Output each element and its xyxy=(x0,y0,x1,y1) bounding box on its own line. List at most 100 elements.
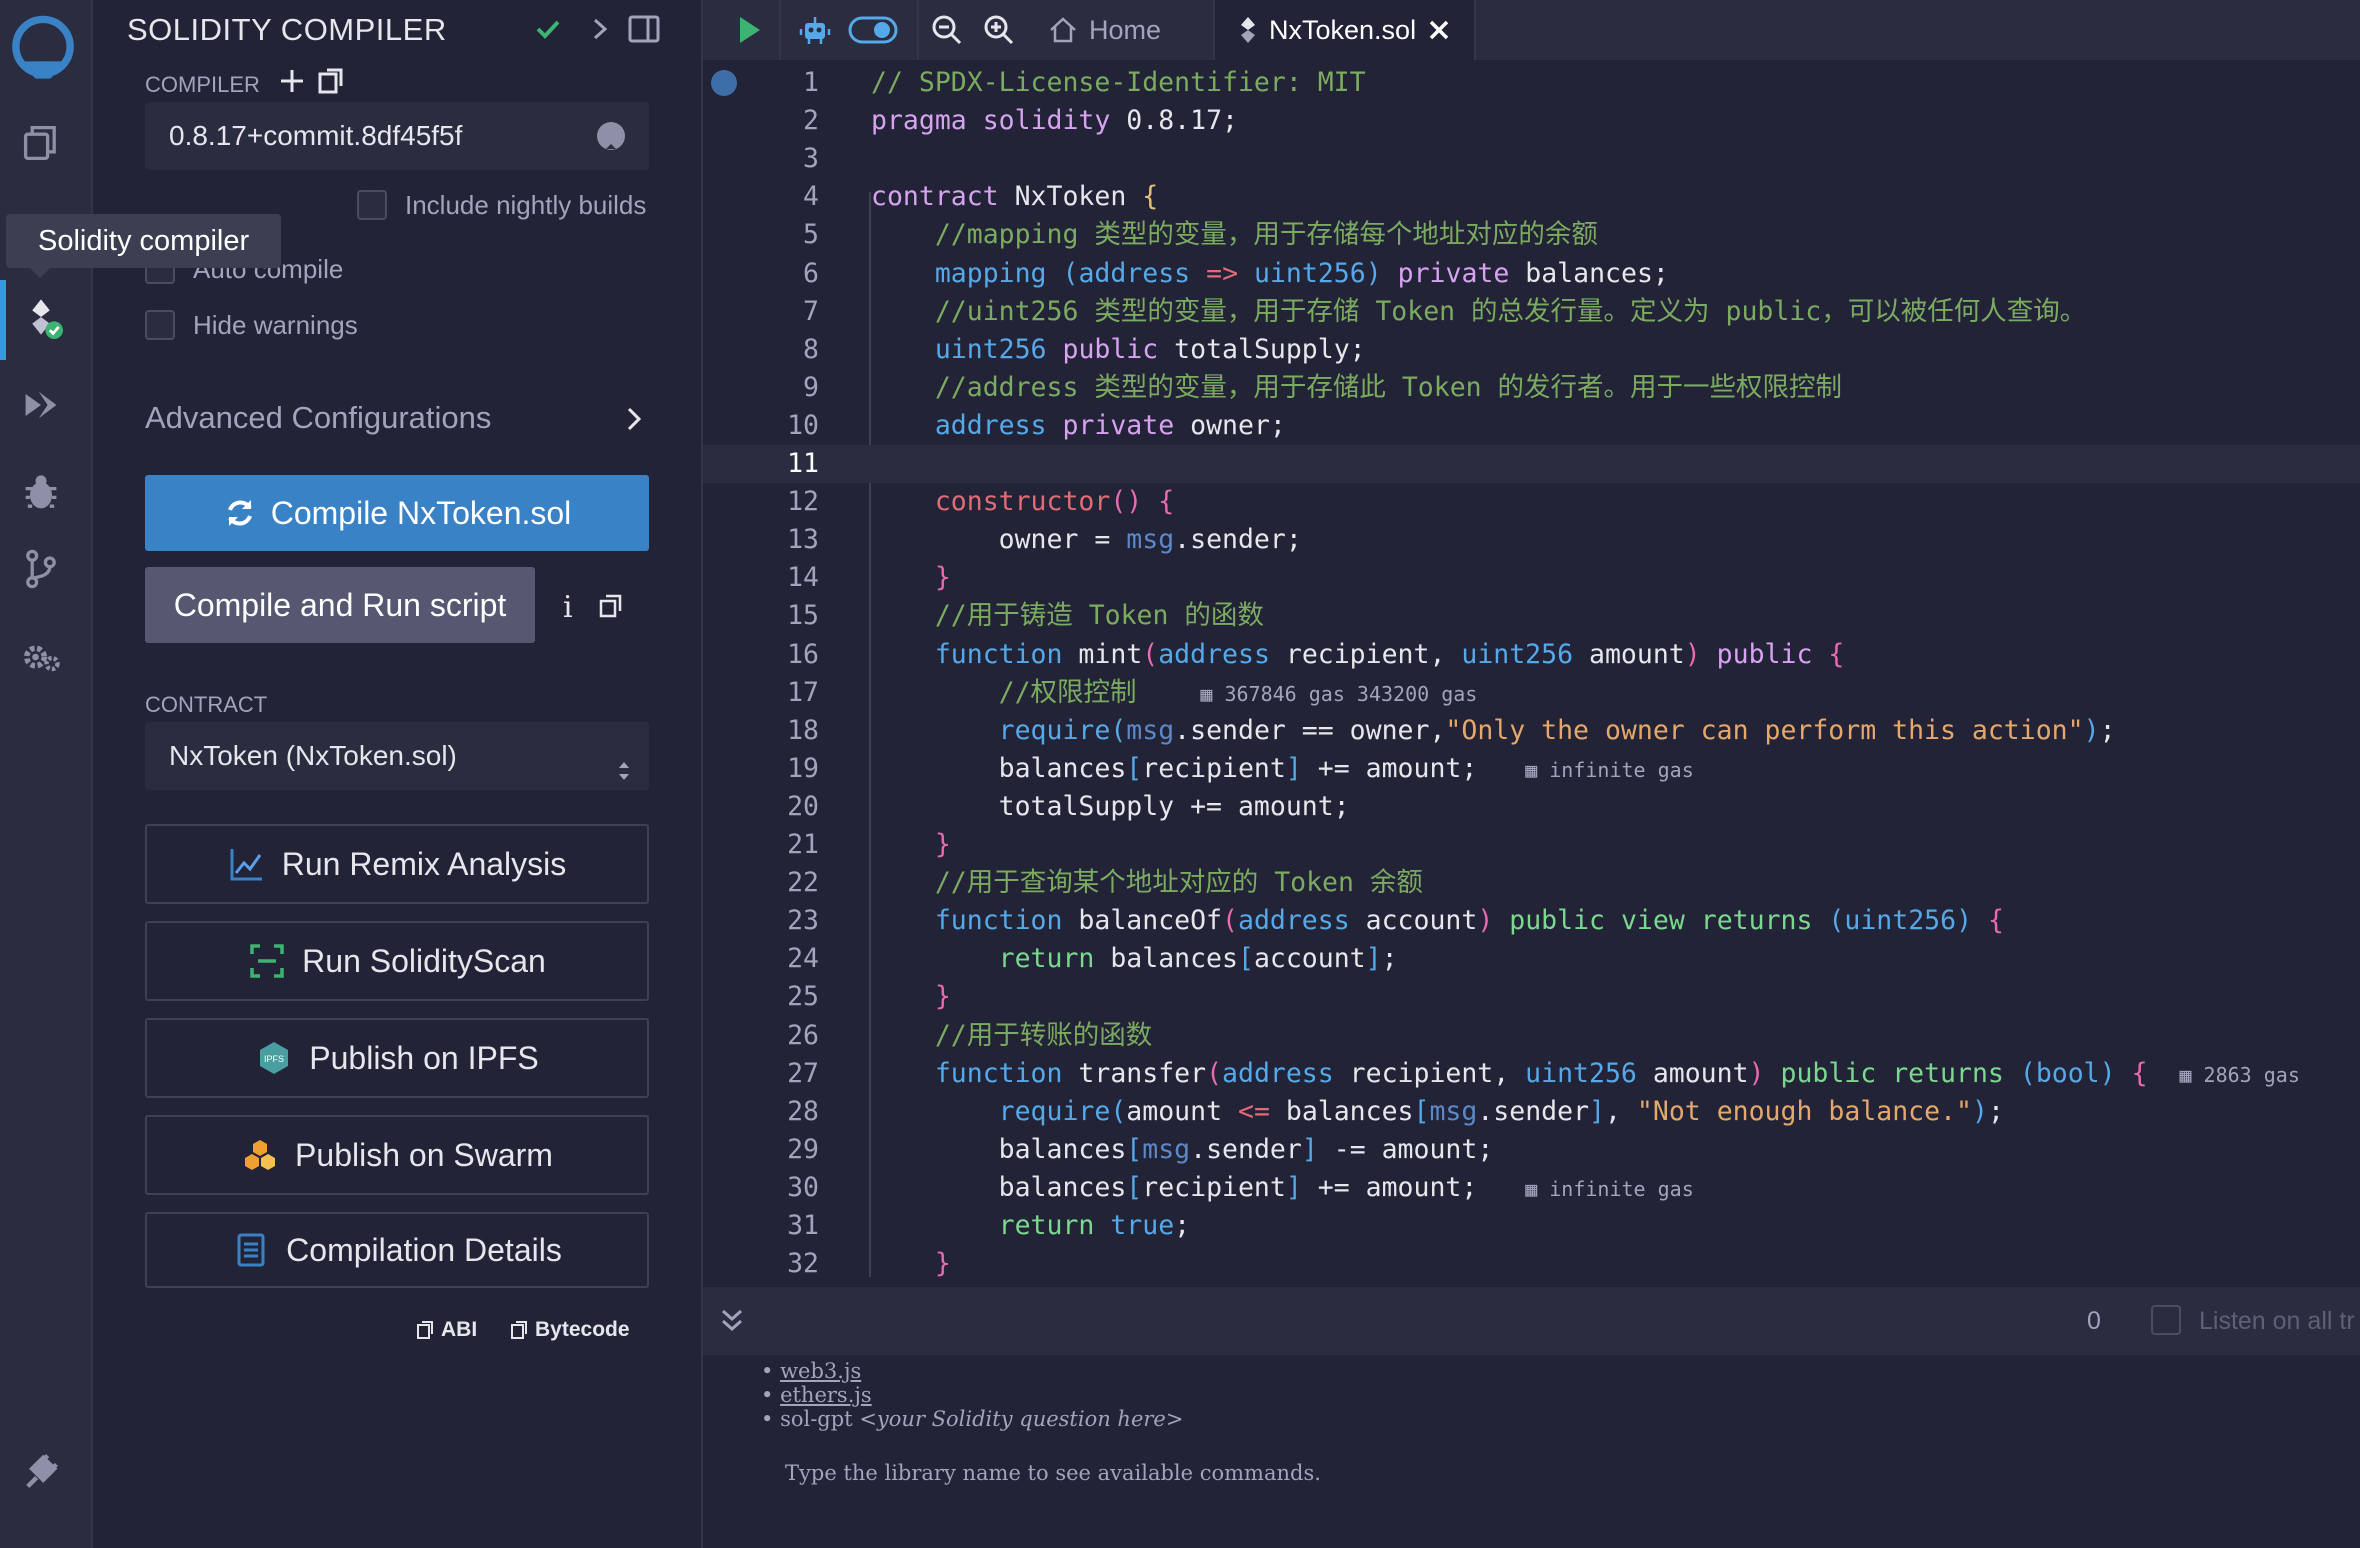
code-line[interactable]: 17 //权限控制 ▦ 367846 gas 343200 gas xyxy=(703,674,2360,712)
contract-select[interactable]: NxToken (NxToken.sol) xyxy=(145,722,649,790)
hide-warnings-checkbox[interactable] xyxy=(145,310,175,340)
code-line[interactable]: 10 address private owner; xyxy=(703,407,2360,445)
advanced-configurations-toggle[interactable]: Advanced Configurations xyxy=(145,400,649,440)
compile-button[interactable]: Compile NxToken.sol xyxy=(145,475,649,551)
run-solidityscan-button[interactable]: Run SolidityScan xyxy=(145,921,649,1001)
code-line[interactable]: 16 function mint(address recipient, uint… xyxy=(703,636,2360,674)
code-line[interactable]: 8 uint256 public totalSupply; xyxy=(703,331,2360,369)
info-icon[interactable]: i xyxy=(563,590,573,625)
code-line[interactable]: 23 function balanceOf(address account) p… xyxy=(703,902,2360,940)
code-line[interactable]: 11 xyxy=(703,445,2360,483)
tab-home[interactable]: Home xyxy=(1025,0,1183,60)
close-icon[interactable] xyxy=(1426,17,1452,43)
code-line[interactable]: 6 mapping (address => uint256) private b… xyxy=(703,255,2360,293)
line-number: 3 xyxy=(803,143,819,175)
code-line[interactable]: 13 owner = msg.sender; xyxy=(703,521,2360,559)
code-line[interactable]: 22 //用于查询某个地址对应的 Token 余额 xyxy=(703,864,2360,902)
code-line[interactable]: 12 constructor() { xyxy=(703,483,2360,521)
code-line[interactable]: 1 // SPDX-License-Identifier: MIT xyxy=(703,64,2360,102)
code-line[interactable]: 27 function transfer(address recipient, … xyxy=(703,1055,2360,1093)
code-line[interactable]: 15 //用于铸造 Token 的函数 xyxy=(703,597,2360,635)
code-line[interactable]: 28 require(amount <= balances[msg.sender… xyxy=(703,1093,2360,1131)
code-line[interactable]: 7 //uint256 类型的变量，用于存储 Token 的总发行量。定义为 p… xyxy=(703,293,2360,331)
code-line[interactable]: 5 //mapping 类型的变量，用于存储每个地址对应的余额 xyxy=(703,216,2360,254)
remix-logo-icon[interactable] xyxy=(4,10,82,88)
code-line[interactable]: 19 balances[recipient] += amount; ▦ infi… xyxy=(703,750,2360,788)
code-text: //用于铸造 Token 的函数 xyxy=(934,600,1264,632)
zoom-out-icon[interactable] xyxy=(925,8,969,52)
compiler-version-select[interactable]: 0.8.17+commit.8df45f5f xyxy=(145,102,649,170)
run-remix-analysis-button[interactable]: Run Remix Analysis xyxy=(145,824,649,904)
publish-swarm-button[interactable]: Publish on Swarm xyxy=(145,1115,649,1195)
add-compiler-icon[interactable] xyxy=(277,66,307,101)
deploy-run-icon[interactable] xyxy=(14,378,68,432)
terminal-output[interactable]: • web3.js • ethers.js • sol-gpt <your So… xyxy=(703,1355,2360,1548)
code-line[interactable]: 21 } xyxy=(703,826,2360,864)
active-indicator xyxy=(0,280,6,360)
panel-title: SOLIDITY COMPILER xyxy=(127,12,447,47)
contract-value: NxToken (NxToken.sol) xyxy=(169,740,457,771)
ai-toggle-switch[interactable] xyxy=(843,8,903,52)
panel-toggle-icon[interactable] xyxy=(627,12,661,51)
line-number: 28 xyxy=(787,1095,819,1127)
debugger-bug-icon[interactable] xyxy=(14,466,68,520)
line-number: 23 xyxy=(787,905,819,937)
plugin-manager-icon[interactable] xyxy=(14,1444,68,1498)
publish-ipfs-button[interactable]: IPFS Publish on IPFS xyxy=(145,1018,649,1098)
compilation-details-button[interactable]: Compilation Details xyxy=(145,1212,649,1288)
code-line[interactable]: 9 //address 类型的变量，用于存储此 Token 的发行者。用于一些权… xyxy=(703,369,2360,407)
code-line[interactable]: 20 totalSupply += amount; xyxy=(703,788,2360,826)
code-text: uint256 public totalSupply; xyxy=(934,333,1366,365)
file-explorer-icon[interactable] xyxy=(14,116,68,170)
terminal-item-web3[interactable]: • web3.js xyxy=(761,1359,861,1383)
chevron-right-icon[interactable] xyxy=(585,14,615,49)
code-line[interactable]: 25 } xyxy=(703,978,2360,1016)
line-number: 13 xyxy=(787,524,819,556)
copy-icon[interactable] xyxy=(597,592,625,625)
line-number: 30 xyxy=(787,1171,819,1203)
tab-nxtoken-sol[interactable]: NxToken.sol xyxy=(1213,0,1477,60)
gas-estimate: ▦ infinite gas xyxy=(1525,757,1694,782)
code-line[interactable]: 30 balances[recipient] += amount; ▦ infi… xyxy=(703,1169,2360,1207)
code-line[interactable]: 26 //用于转账的函数 xyxy=(703,1017,2360,1055)
compiler-label: COMPILER xyxy=(145,72,260,97)
include-nightly-checkbox[interactable] xyxy=(357,190,387,220)
collapse-terminal-icon[interactable] xyxy=(717,1305,747,1340)
run-script-play-icon[interactable] xyxy=(727,8,771,52)
code-line[interactable]: 24 return balances[account]; xyxy=(703,940,2360,978)
code-text: //用于转账的函数 xyxy=(934,1019,1153,1051)
copy-icon xyxy=(417,1321,433,1339)
settings-gears-icon[interactable] xyxy=(14,630,68,684)
line-number: 27 xyxy=(787,1057,819,1089)
tab-home-label: Home xyxy=(1089,14,1162,45)
code-line[interactable]: 4 contract NxToken { xyxy=(703,178,2360,216)
load-compiler-icon[interactable] xyxy=(315,66,345,101)
copy-abi-button[interactable]: ABI xyxy=(415,1318,477,1342)
copy-bytecode-button[interactable]: Bytecode xyxy=(509,1318,630,1342)
code-line[interactable]: 31 return true; xyxy=(703,1207,2360,1245)
chart-line-icon xyxy=(230,849,262,881)
gas-estimate: ▦ infinite gas xyxy=(1525,1176,1694,1201)
code-line[interactable]: 32 } xyxy=(703,1245,2360,1283)
refresh-icon xyxy=(227,500,252,526)
git-branch-icon[interactable] xyxy=(14,542,68,596)
code-line[interactable]: 18 require(msg.sender == owner,"Only the… xyxy=(703,712,2360,750)
compile-run-script-button[interactable]: Compile and Run script xyxy=(145,567,535,643)
code-text: } xyxy=(934,1248,951,1280)
code-line[interactable]: 2 pragma solidity 0.8.17; xyxy=(703,102,2360,140)
code-text: balances[msg.sender] -= amount; xyxy=(871,1133,1494,1165)
solidity-compiler-icon[interactable] xyxy=(14,290,68,344)
code-editor[interactable]: 1 // SPDX-License-Identifier: MIT 2 pragma … xyxy=(703,62,2360,1287)
code-line[interactable]: 29 balances[msg.sender] -= amount; xyxy=(703,1131,2360,1169)
home-icon xyxy=(1050,17,1076,43)
code-line[interactable]: 14 } xyxy=(703,559,2360,597)
ai-robot-icon[interactable] xyxy=(793,8,837,52)
code-text: //address 类型的变量，用于存储此 Token 的发行者。用于一些权限控… xyxy=(934,371,1843,403)
code-line[interactable]: 3 xyxy=(703,140,2360,178)
tooltip-arrow xyxy=(28,266,52,278)
compiled-check-icon xyxy=(533,14,563,49)
toolbar-divider xyxy=(917,0,919,60)
listen-checkbox[interactable] xyxy=(2151,1305,2181,1335)
terminal-item-ethers[interactable]: • ethers.js xyxy=(761,1383,872,1407)
zoom-in-icon[interactable] xyxy=(977,8,1021,52)
